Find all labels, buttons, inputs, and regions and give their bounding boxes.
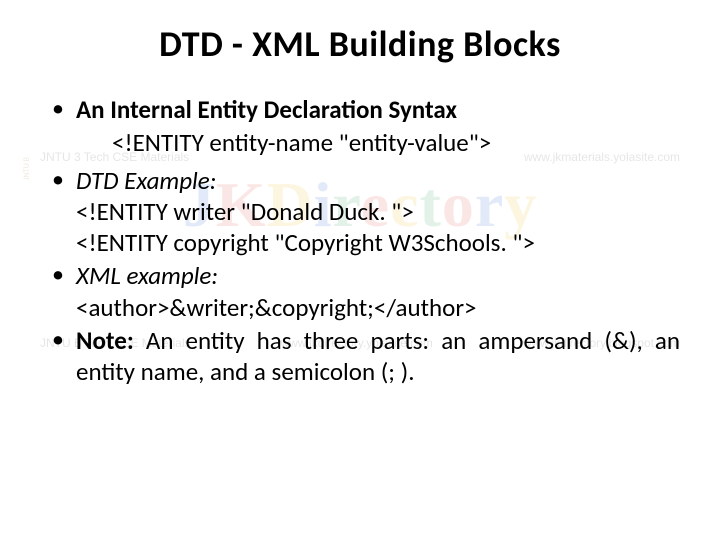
bullet-heading: An Internal Entity Declaration Syntax [76, 94, 457, 125]
bullet-item: Note: An entity has three parts: an ampe… [48, 325, 680, 388]
note-label: Note: [76, 325, 134, 356]
slide-content: DTD - XML Building Blocks An Internal En… [0, 0, 720, 387]
code-line: <!ENTITY writer "Donald Duck. "> [76, 196, 414, 227]
syntax-line: <!ENTITY entity-name "entity-value"> [112, 127, 680, 158]
bullet-subheading: XML example: [76, 260, 218, 291]
bullet-item: XML example: <author>&writer;&copyright;… [48, 260, 680, 323]
code-line: <author>&writer;&copyright;</author> [76, 292, 477, 323]
note-text: An entity has three parts: an ampersand … [76, 325, 680, 387]
code-line: <!ENTITY copyright "Copyright W3Schools.… [76, 227, 535, 258]
slide-title: DTD - XML Building Blocks [40, 22, 680, 66]
bullet-item: DTD Example: <!ENTITY writer "Donald Duc… [48, 165, 680, 259]
bullet-item: An Internal Entity Declaration Syntax <!… [48, 94, 680, 159]
bullet-subheading: DTD Example: [76, 165, 216, 196]
bullet-list: An Internal Entity Declaration Syntax <!… [40, 94, 680, 387]
